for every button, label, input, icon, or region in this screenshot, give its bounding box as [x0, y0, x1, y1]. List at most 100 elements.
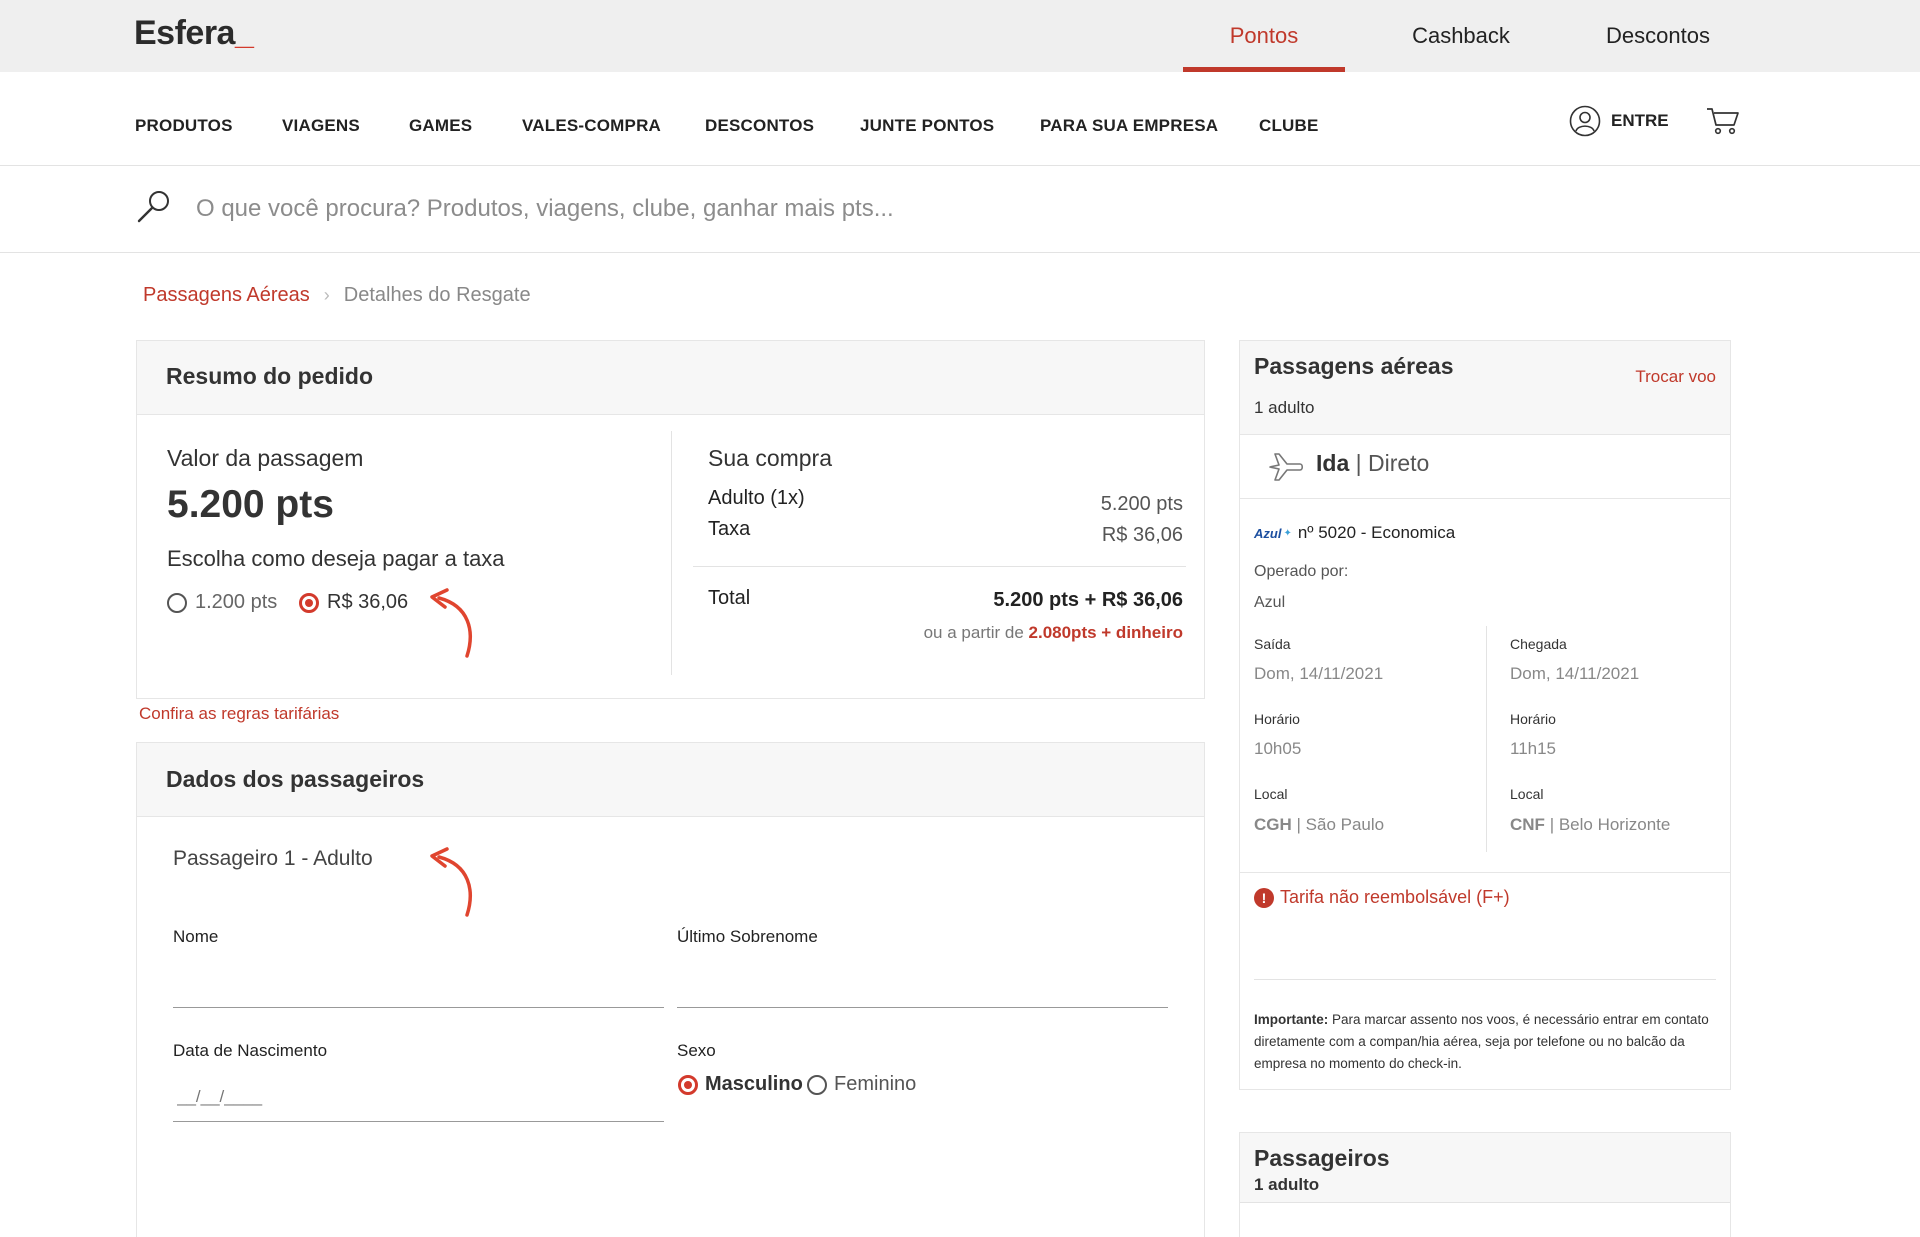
esfera-logo[interactable]: Esfera_	[134, 14, 254, 53]
flight-panel-header: Passagens aéreas Trocar voo 1 adulto	[1240, 341, 1730, 435]
birth-date-input[interactable]	[177, 1083, 657, 1111]
breadcrumb-link-passagens[interactable]: Passagens Aéreas	[143, 284, 310, 307]
departure-time-label: Horário	[1254, 711, 1300, 727]
flight-panel-title: Passagens aéreas	[1254, 353, 1454, 379]
fee-cash-label: R$ 36,06	[327, 591, 409, 613]
arrival-place: CNF | Belo Horizonte	[1510, 815, 1670, 835]
alt-payment-link[interactable]: 2.080pts + dinheiro	[1029, 623, 1183, 642]
flight-info-row: Azul ✦ nº 5020 - Economica	[1254, 523, 1455, 543]
fee-prompt: Escolha como deseja pagar a taxa	[167, 546, 505, 571]
cart-icon[interactable]	[1706, 106, 1740, 136]
top-bar: Esfera_ Pontos Cashback Descontos	[0, 0, 1920, 72]
flight-passengers-count: 1 adulto	[1254, 398, 1315, 417]
nav-item-junte-pontos[interactable]: JUNTE PONTOS	[860, 116, 994, 136]
important-divider	[1254, 979, 1716, 980]
sex-male-radio[interactable]	[678, 1074, 698, 1095]
total-label: Total	[708, 587, 751, 609]
arrival-place-label: Local	[1510, 786, 1544, 802]
sex-female-label: Feminino	[834, 1073, 917, 1095]
operated-by-value: Azul	[1254, 594, 1286, 611]
passenger-data-title: Dados dos passageiros	[166, 766, 425, 792]
nav-item-games[interactable]: GAMES	[409, 116, 472, 136]
nav-item-vales-compra[interactable]: VALES-COMPRA	[522, 116, 661, 136]
airplane-icon	[1269, 453, 1304, 481]
important-label: Importante:	[1254, 1012, 1329, 1027]
fare-warning: ! Tarifa não reembolsável (F+)	[1254, 887, 1510, 908]
fee-points-label: 1.200 pts	[195, 591, 278, 613]
first-name-underline	[173, 1007, 664, 1008]
search-icon[interactable]	[134, 187, 174, 227]
passengers-panel-header: Passageiros 1 adulto	[1240, 1133, 1730, 1203]
departure-city: | São Paulo	[1296, 815, 1385, 834]
birth-date-underline	[173, 1121, 664, 1122]
tab-pontos[interactable]: Pontos	[1183, 0, 1345, 72]
arrival-time: 11h15	[1510, 739, 1557, 758]
search-input[interactable]	[196, 189, 1396, 229]
adult-line-value: 5.200 pts	[1100, 493, 1183, 515]
departure-label: Saída	[1254, 636, 1291, 652]
tab-descontos[interactable]: Descontos	[1577, 0, 1739, 72]
departure-place: CGH | São Paulo	[1254, 815, 1384, 835]
flight-detail-divider	[1486, 626, 1487, 852]
nav-item-viagens[interactable]: VIAGENS	[282, 116, 360, 136]
order-summary-card: Resumo do pedido Valor da passagem 5.200…	[136, 340, 1205, 699]
birth-date-label: Data de Nascimento	[173, 1041, 328, 1060]
operated-by-label: Operado por:	[1254, 563, 1349, 580]
purchase-title: Sua compra	[708, 445, 833, 471]
passenger-data-header: Dados dos passageiros	[137, 743, 1204, 817]
sex-option-male[interactable]: Masculino	[678, 1073, 803, 1096]
breadcrumb-current: Detalhes do Resgate	[343, 284, 531, 306]
fee-points-radio[interactable]	[167, 592, 187, 613]
sex-option-female[interactable]: Feminino	[807, 1073, 916, 1096]
arrival-date: Dom, 14/11/2021	[1510, 664, 1640, 683]
user-icon	[1569, 105, 1601, 137]
ticket-value: 5.200 pts	[167, 483, 334, 526]
nav-item-clube[interactable]: CLUBE	[1259, 116, 1319, 136]
annotation-arrow-icon	[430, 847, 472, 917]
nav-item-para-sua-empresa[interactable]: PARA SUA EMPRESA	[1040, 116, 1218, 136]
arrival-city: | Belo Horizonte	[1549, 815, 1671, 834]
fee-line-value: R$ 36,06	[1101, 524, 1183, 546]
last-name-underline	[677, 1007, 1168, 1008]
departure-place-label: Local	[1254, 786, 1288, 802]
azul-logo: Azul	[1254, 525, 1282, 541]
fee-option-cash[interactable]: R$ 36,06	[299, 591, 408, 614]
last-name-label: Último Sobrenome	[677, 927, 818, 946]
last-name-input[interactable]	[677, 961, 1167, 997]
first-name-input[interactable]	[173, 961, 663, 997]
column-divider	[671, 431, 672, 675]
arrival-code: CNF	[1510, 815, 1545, 834]
flight-direction: Ida | Direto	[1316, 450, 1430, 476]
flight-number: nº 5020 - Economica	[1297, 523, 1456, 542]
order-summary-header: Resumo do pedido	[137, 341, 1204, 415]
order-summary-title: Resumo do pedido	[166, 363, 373, 389]
sex-female-radio[interactable]	[807, 1074, 827, 1095]
nav-item-descontos[interactable]: DESCONTOS	[705, 116, 814, 136]
passenger-label: Passageiro 1 - Adulto	[173, 847, 373, 870]
search-bar	[0, 167, 1920, 253]
tab-cashback[interactable]: Cashback	[1380, 0, 1542, 72]
adult-line-label: Adulto (1x)	[708, 487, 805, 509]
passenger-data-card: Dados dos passageiros Passageiro 1 - Adu…	[136, 742, 1205, 1237]
departure-date: Dom, 14/11/2021	[1254, 664, 1384, 683]
fare-warning-text: Tarifa não reembolsável (F+)	[1280, 887, 1510, 907]
flight-direction-label: Ida	[1316, 450, 1350, 476]
azul-bird-icon: ✦	[1283, 527, 1292, 539]
passengers-panel-title: Passageiros	[1254, 1145, 1390, 1171]
nav-item-produtos[interactable]: PRODUTOS	[135, 116, 233, 136]
ticket-value-label: Valor da passagem	[167, 445, 364, 471]
passengers-panel: Passageiros 1 adulto	[1239, 1132, 1731, 1237]
alt-payment-line: ou a partir de 2.080pts + dinheiro	[924, 623, 1183, 643]
sex-male-label: Masculino	[705, 1073, 803, 1095]
login-button[interactable]: ENTRE	[1569, 105, 1669, 137]
change-flight-link[interactable]: Trocar voo	[1635, 367, 1716, 387]
sex-label: Sexo	[677, 1041, 716, 1060]
login-label: ENTRE	[1611, 111, 1669, 130]
alt-payment-prefix: ou a partir de	[923, 623, 1024, 642]
fee-cash-radio[interactable]	[299, 592, 319, 613]
fare-rules-link[interactable]: Confira as regras tarifárias	[139, 704, 339, 724]
fee-option-points[interactable]: 1.200 pts	[167, 591, 277, 614]
fee-line-label: Taxa	[708, 518, 751, 540]
arrival-time-label: Horário	[1510, 711, 1556, 727]
alert-icon: !	[1254, 887, 1274, 908]
